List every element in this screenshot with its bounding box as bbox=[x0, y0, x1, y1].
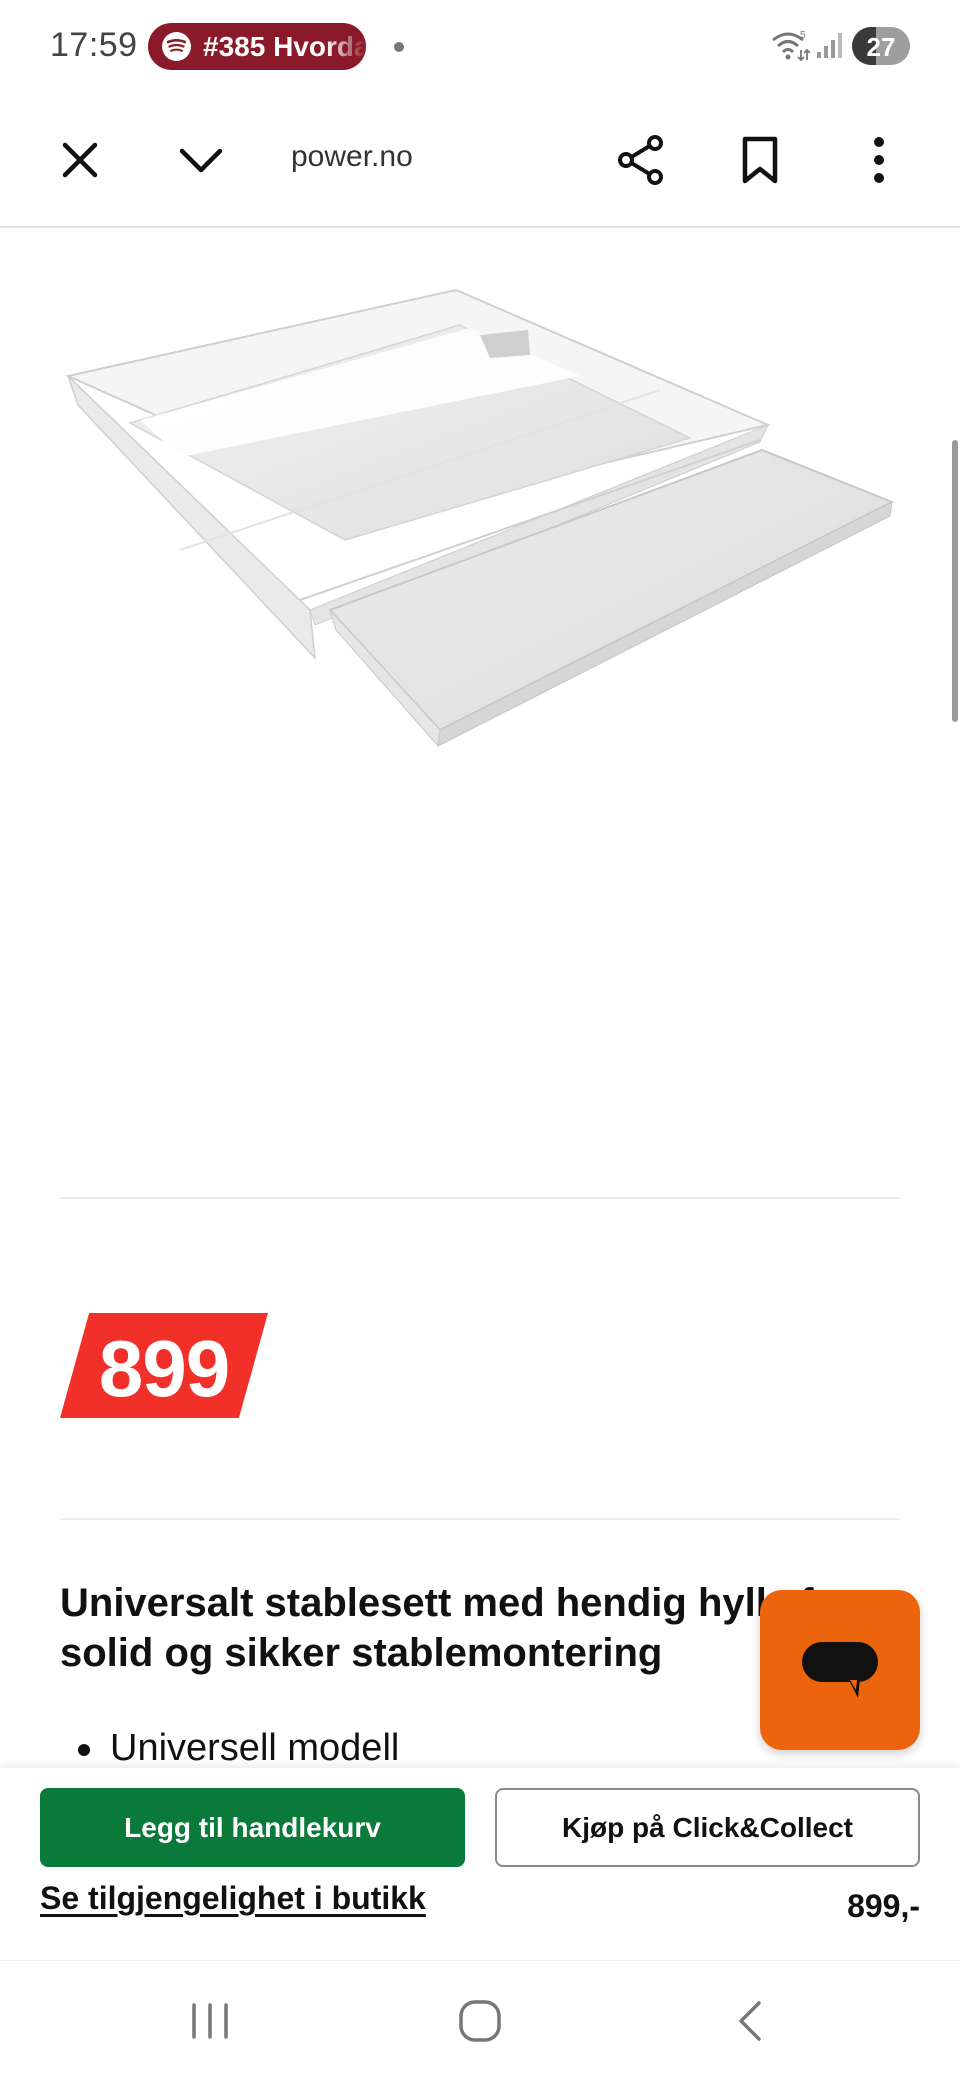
price-badge: 899 bbox=[60, 1313, 268, 1418]
home-icon bbox=[459, 2000, 501, 2042]
signal-icon bbox=[817, 33, 842, 58]
battery-indicator: 27 bbox=[852, 27, 910, 65]
recent-apps-icon bbox=[192, 2003, 228, 2039]
chat-button[interactable] bbox=[760, 1590, 920, 1750]
system-nav-bar bbox=[0, 1960, 960, 2080]
status-time: 17:59 bbox=[50, 26, 138, 64]
more-menu-button[interactable] bbox=[844, 125, 914, 195]
svg-text:5: 5 bbox=[800, 30, 806, 41]
price-value: 899 bbox=[98, 1324, 230, 1413]
share-button[interactable] bbox=[606, 125, 676, 195]
back-button[interactable] bbox=[700, 1981, 800, 2061]
home-button[interactable] bbox=[430, 1981, 530, 2061]
status-bar: 17:59 #385 Hvordan 5 27 bbox=[0, 0, 960, 95]
url-display[interactable]: power.no bbox=[291, 140, 413, 174]
pill-fade bbox=[326, 23, 366, 70]
browser-toolbar: power.no bbox=[0, 95, 960, 228]
more-vert-icon bbox=[874, 137, 884, 183]
product-description-title: Universalt stablesett med hendig hylle f… bbox=[60, 1581, 854, 1675]
click-collect-button[interactable]: Kjøp på Click&Collect bbox=[495, 1788, 920, 1867]
media-notification-pill[interactable]: #385 Hvordan bbox=[148, 23, 366, 70]
chat-icon bbox=[802, 1642, 878, 1698]
share-icon bbox=[618, 135, 663, 185]
add-to-cart-button[interactable]: Legg til handlekurv bbox=[40, 1788, 465, 1867]
notification-dot bbox=[394, 42, 404, 52]
close-icon bbox=[62, 142, 98, 178]
recent-apps-button[interactable] bbox=[160, 1981, 260, 2061]
bullet-dot bbox=[78, 1744, 90, 1756]
bookmark-icon bbox=[742, 136, 778, 184]
divider bbox=[60, 1197, 900, 1199]
summary-price: 899,- bbox=[847, 1888, 920, 1924]
spotify-icon bbox=[162, 32, 191, 61]
close-button[interactable] bbox=[45, 125, 115, 195]
scrollbar[interactable] bbox=[952, 440, 958, 722]
battery-level: 27 bbox=[866, 32, 896, 62]
wifi-icon: 5 bbox=[772, 30, 810, 62]
feature-bullet: Universell modell bbox=[110, 1727, 400, 1769]
back-icon bbox=[739, 2001, 761, 2041]
divider bbox=[60, 1518, 900, 1520]
collapse-button[interactable] bbox=[166, 125, 236, 195]
chevron-down-icon bbox=[179, 148, 223, 173]
store-availability-link[interactable]: Se tilgjengelighet i butikk bbox=[40, 1880, 426, 1917]
product-image[interactable] bbox=[60, 280, 900, 780]
bookmark-button[interactable] bbox=[725, 125, 795, 195]
purchase-action-bar: Legg til handlekurv Kjøp på Click&Collec… bbox=[0, 1768, 960, 1960]
